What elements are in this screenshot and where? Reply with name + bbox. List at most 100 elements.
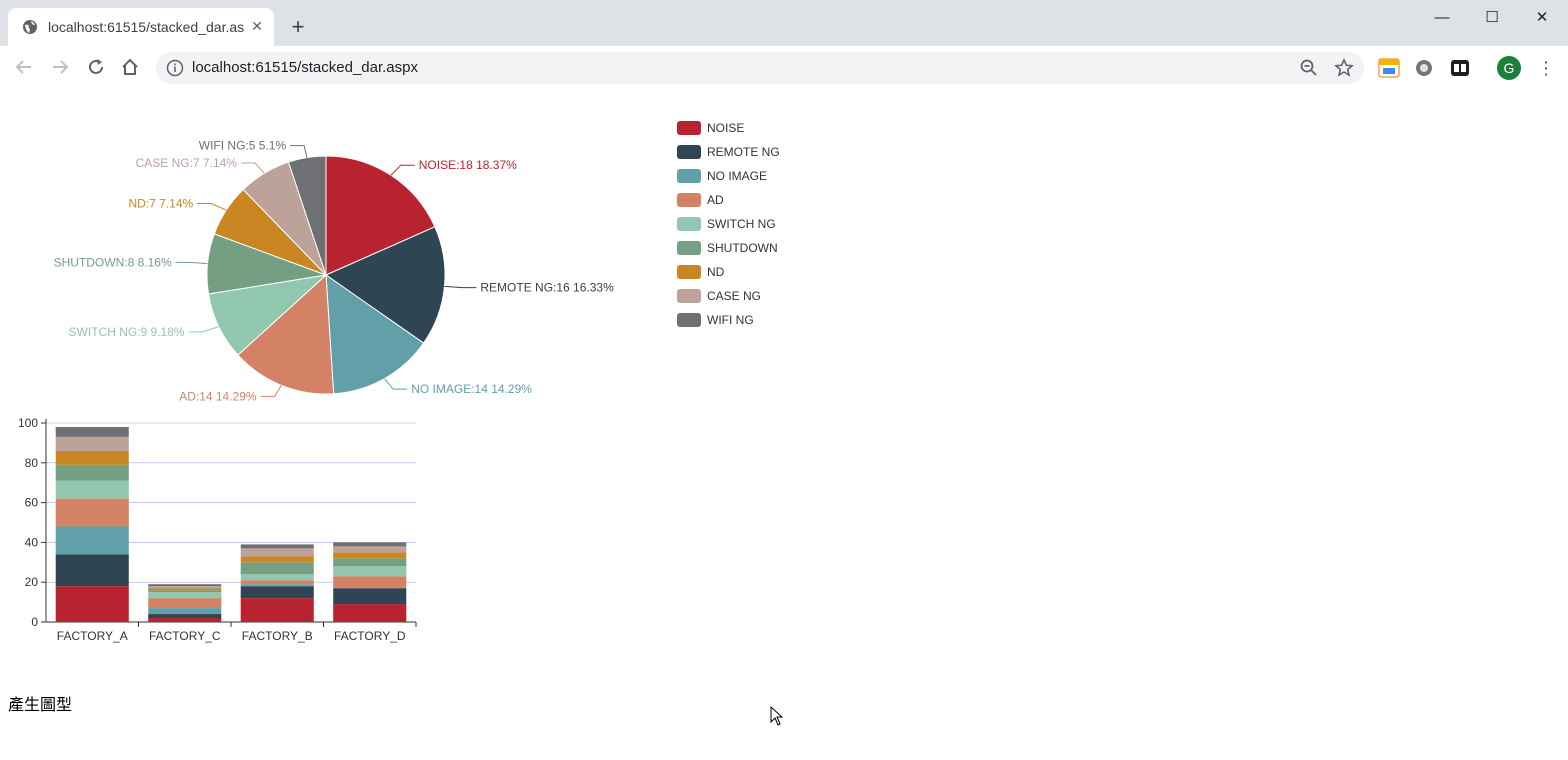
pie-label-ad: AD:14 14.29% [179, 389, 257, 403]
forward-icon[interactable] [48, 55, 72, 79]
browser-chrome: localhost:61515/stacked_dar.aspx ✕ + — ☐… [0, 0, 1568, 88]
home-icon[interactable] [118, 55, 142, 79]
bar-segment-factory_d-ad[interactable] [333, 576, 407, 589]
minimize-icon[interactable]: — [1422, 6, 1462, 30]
legend-label-remote-ng: REMOTE NG [707, 145, 780, 159]
bar-segment-factory_a-case-ng[interactable] [55, 436, 129, 451]
bar-segment-factory_a-nd[interactable] [55, 450, 129, 465]
page-content: NOISE:18 18.37% REMOTE NG:16 16.33% NO IMA… [0, 89, 1568, 760]
bar-segment-factory_b-remote-ng[interactable] [240, 586, 314, 599]
bar-segment-factory_b-switch-ng[interactable] [240, 574, 314, 581]
bar-segment-factory_a-shutdown[interactable] [55, 464, 129, 481]
bar-segment-factory_b-no-image[interactable] [240, 584, 314, 587]
bar-segment-factory_c-ad[interactable] [148, 598, 222, 609]
legend-swatch-shutdown [677, 241, 701, 255]
bar-segment-factory_a-no-image[interactable] [55, 526, 129, 555]
bar-segment-factory_d-switch-ng[interactable] [333, 566, 407, 577]
bar-segment-factory_a-noise[interactable] [55, 586, 129, 622]
pie-label-shutdown: SHUTDOWN:8 8.16% [54, 255, 172, 269]
legend-label-wifi-ng: WIFI NG [707, 313, 754, 327]
extension-gear-icon[interactable] [1413, 57, 1435, 79]
legend-item-wifi-ng[interactable]: WIFI NG [677, 313, 754, 327]
legend-swatch-switch-ng [677, 217, 701, 231]
back-icon[interactable] [12, 55, 36, 79]
bar-segment-factory_c-noise[interactable] [148, 618, 222, 622]
avatar[interactable]: G [1497, 56, 1521, 80]
tab-strip: localhost:61515/stacked_dar.aspx ✕ + — ☐… [0, 0, 1568, 46]
zoom-icon[interactable] [1299, 58, 1319, 78]
bar-segment-factory_c-wifi-ng[interactable] [148, 584, 222, 587]
y-tick-label-80: 80 [25, 456, 39, 470]
browser-tab[interactable]: localhost:61515/stacked_dar.aspx ✕ [8, 8, 274, 46]
pie-label-remote-ng: REMOTE NG:16 16.33% [480, 281, 614, 295]
pie-leader-line-switch-ng [188, 326, 219, 333]
legend-item-switch-ng[interactable]: SWITCH NG [677, 217, 776, 231]
legend-item-no-image[interactable]: NO IMAGE [677, 169, 767, 183]
bar-segment-factory_b-wifi-ng[interactable] [240, 544, 314, 549]
tab-title: localhost:61515/stacked_dar.aspx [48, 19, 244, 35]
pie-leader-line-shutdown [175, 261, 208, 265]
x-tick-label-factory_a: FACTORY_A [57, 629, 128, 643]
legend-swatch-noise [677, 121, 701, 135]
legend-item-nd[interactable]: ND [677, 265, 725, 279]
extension-smart-icon[interactable] [1378, 57, 1400, 79]
window-close-icon[interactable]: ✕ [1522, 6, 1562, 30]
maximize-icon[interactable]: ☐ [1472, 6, 1512, 30]
info-icon[interactable] [166, 59, 184, 77]
bar-segment-factory_d-nd[interactable] [333, 552, 407, 559]
bar-segment-factory_c-no-image[interactable] [148, 608, 222, 615]
legend-item-case-ng[interactable]: CASE NG [677, 289, 761, 303]
star-icon[interactable] [1334, 58, 1354, 78]
bar-segment-factory_b-case-ng[interactable] [240, 548, 314, 557]
kebab-icon[interactable]: ⋮ [1536, 56, 1556, 80]
legend-swatch-case-ng [677, 289, 701, 303]
reload-icon[interactable] [84, 55, 108, 79]
bar-segment-factory_d-case-ng[interactable] [333, 546, 407, 553]
address-bar[interactable]: localhost:61515/stacked_dar.aspx [156, 52, 1364, 84]
legend-label-shutdown: SHUTDOWN [707, 241, 778, 255]
legend-item-shutdown[interactable]: SHUTDOWN [677, 241, 778, 255]
pie-leader-line-wifi-ng [290, 145, 308, 158]
bar-segment-factory_a-switch-ng[interactable] [55, 480, 129, 499]
y-tick-label-20: 20 [25, 575, 39, 589]
pie-chart: NOISE:18 18.37% REMOTE NG:16 16.33% NO IMA… [54, 121, 780, 403]
bar-segment-factory_d-wifi-ng[interactable] [333, 542, 407, 547]
y-tick-label-40: 40 [25, 535, 39, 549]
bar-segment-factory_c-case-ng[interactable] [148, 586, 222, 589]
bar-segment-factory_d-remote-ng[interactable] [333, 588, 407, 605]
legend-label-nd: ND [707, 265, 725, 279]
bar-segment-factory_c-remote-ng[interactable] [148, 614, 222, 619]
bar-segment-factory_b-shutdown[interactable] [240, 562, 314, 575]
legend-item-noise[interactable]: NOISE [677, 121, 744, 135]
legend-item-remote-ng[interactable]: REMOTE NG [677, 145, 780, 159]
bar-segment-factory_d-noise[interactable] [333, 604, 407, 622]
extension-bookmark-icon[interactable] [1449, 57, 1471, 79]
bar-segment-factory_a-wifi-ng[interactable] [55, 426, 129, 437]
bar-segment-factory_d-shutdown[interactable] [333, 558, 407, 567]
bar-segment-factory_c-switch-ng[interactable] [148, 592, 222, 599]
pie-label-switch-ng: SWITCH NG:9 9.18% [69, 325, 185, 339]
generate-chart-button[interactable]: 產生圖型 [8, 691, 72, 715]
pie-leader-line-case-ng [240, 162, 265, 174]
globe-icon [23, 20, 37, 34]
y-tick-label-0: 0 [31, 615, 38, 629]
legend-item-ad[interactable]: AD [677, 193, 724, 207]
x-tick-label-factory_d: FACTORY_D [334, 629, 406, 643]
x-tick-label-factory_b: FACTORY_B [242, 629, 313, 643]
pie-leader-line-remote-ng [444, 285, 477, 289]
y-tick-label-60: 60 [25, 496, 39, 510]
pie-leader-line-nd [197, 203, 227, 211]
bar-segment-factory_a-remote-ng[interactable] [55, 554, 129, 587]
legend-label-no-image: NO IMAGE [707, 169, 767, 183]
mouse-cursor-icon [770, 706, 784, 726]
bar-segment-factory_b-ad[interactable] [240, 580, 314, 585]
plus-icon[interactable]: + [286, 16, 310, 40]
pie-leader-line-noise [390, 164, 415, 176]
bar-segment-factory_c-nd[interactable] [148, 588, 222, 591]
close-icon[interactable]: ✕ [248, 17, 266, 35]
bar-segment-factory_b-noise[interactable] [240, 598, 314, 622]
bar-segment-factory_a-ad[interactable] [55, 498, 129, 527]
bar-segment-factory_b-nd[interactable] [240, 556, 314, 563]
bar-segment-factory_c-shutdown[interactable] [148, 590, 222, 593]
legend-swatch-ad [677, 193, 701, 207]
